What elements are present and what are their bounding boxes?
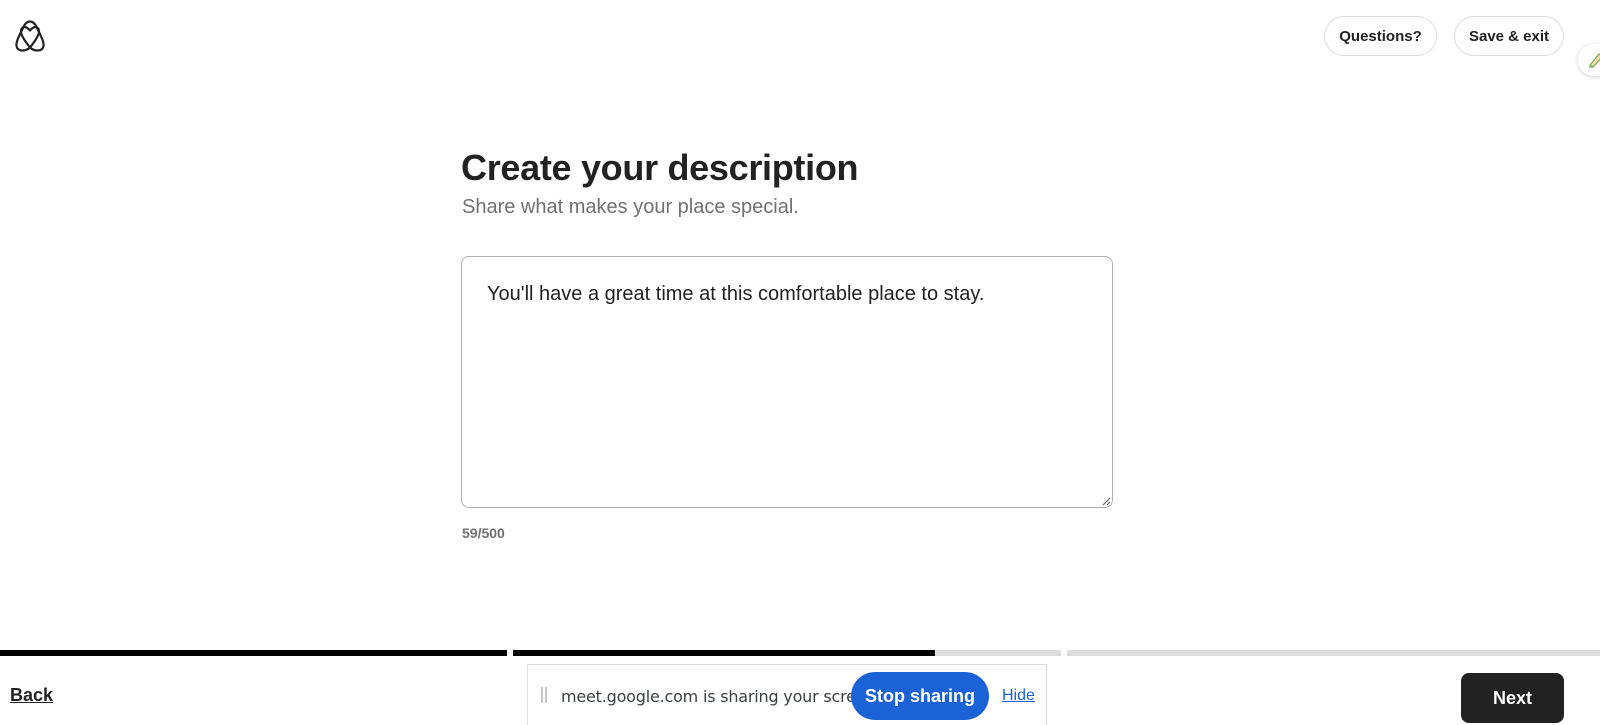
back-button[interactable]: Back bbox=[10, 685, 53, 706]
stop-sharing-button[interactable]: Stop sharing bbox=[851, 672, 989, 720]
page: Questions? Save & exit Create your descr… bbox=[0, 0, 1600, 725]
drag-handle-icon[interactable] bbox=[541, 687, 547, 703]
description-textarea[interactable] bbox=[462, 257, 1112, 507]
character-count: 59/500 bbox=[462, 525, 505, 541]
progress-segment-2 bbox=[513, 650, 1061, 656]
description-field[interactable] bbox=[461, 256, 1113, 508]
screen-share-bar: meet.google.com is sharing your screen. … bbox=[527, 664, 1047, 725]
next-button[interactable]: Next bbox=[1461, 673, 1564, 723]
page-title: Create your description bbox=[461, 147, 859, 188]
progress-segment-1 bbox=[0, 650, 507, 656]
browser-extension-icon[interactable] bbox=[1578, 44, 1600, 76]
screen-share-message: meet.google.com is sharing your screen. bbox=[561, 687, 881, 706]
hide-share-bar-link[interactable]: Hide bbox=[1002, 687, 1035, 705]
questions-button[interactable]: Questions? bbox=[1324, 16, 1437, 56]
page-subtitle: Share what makes your place special. bbox=[462, 196, 799, 218]
progress-segment-3 bbox=[1067, 650, 1600, 656]
resize-handle-icon[interactable] bbox=[1101, 496, 1111, 506]
save-exit-button[interactable]: Save & exit bbox=[1454, 16, 1564, 56]
airbnb-logo-icon[interactable] bbox=[14, 20, 46, 54]
